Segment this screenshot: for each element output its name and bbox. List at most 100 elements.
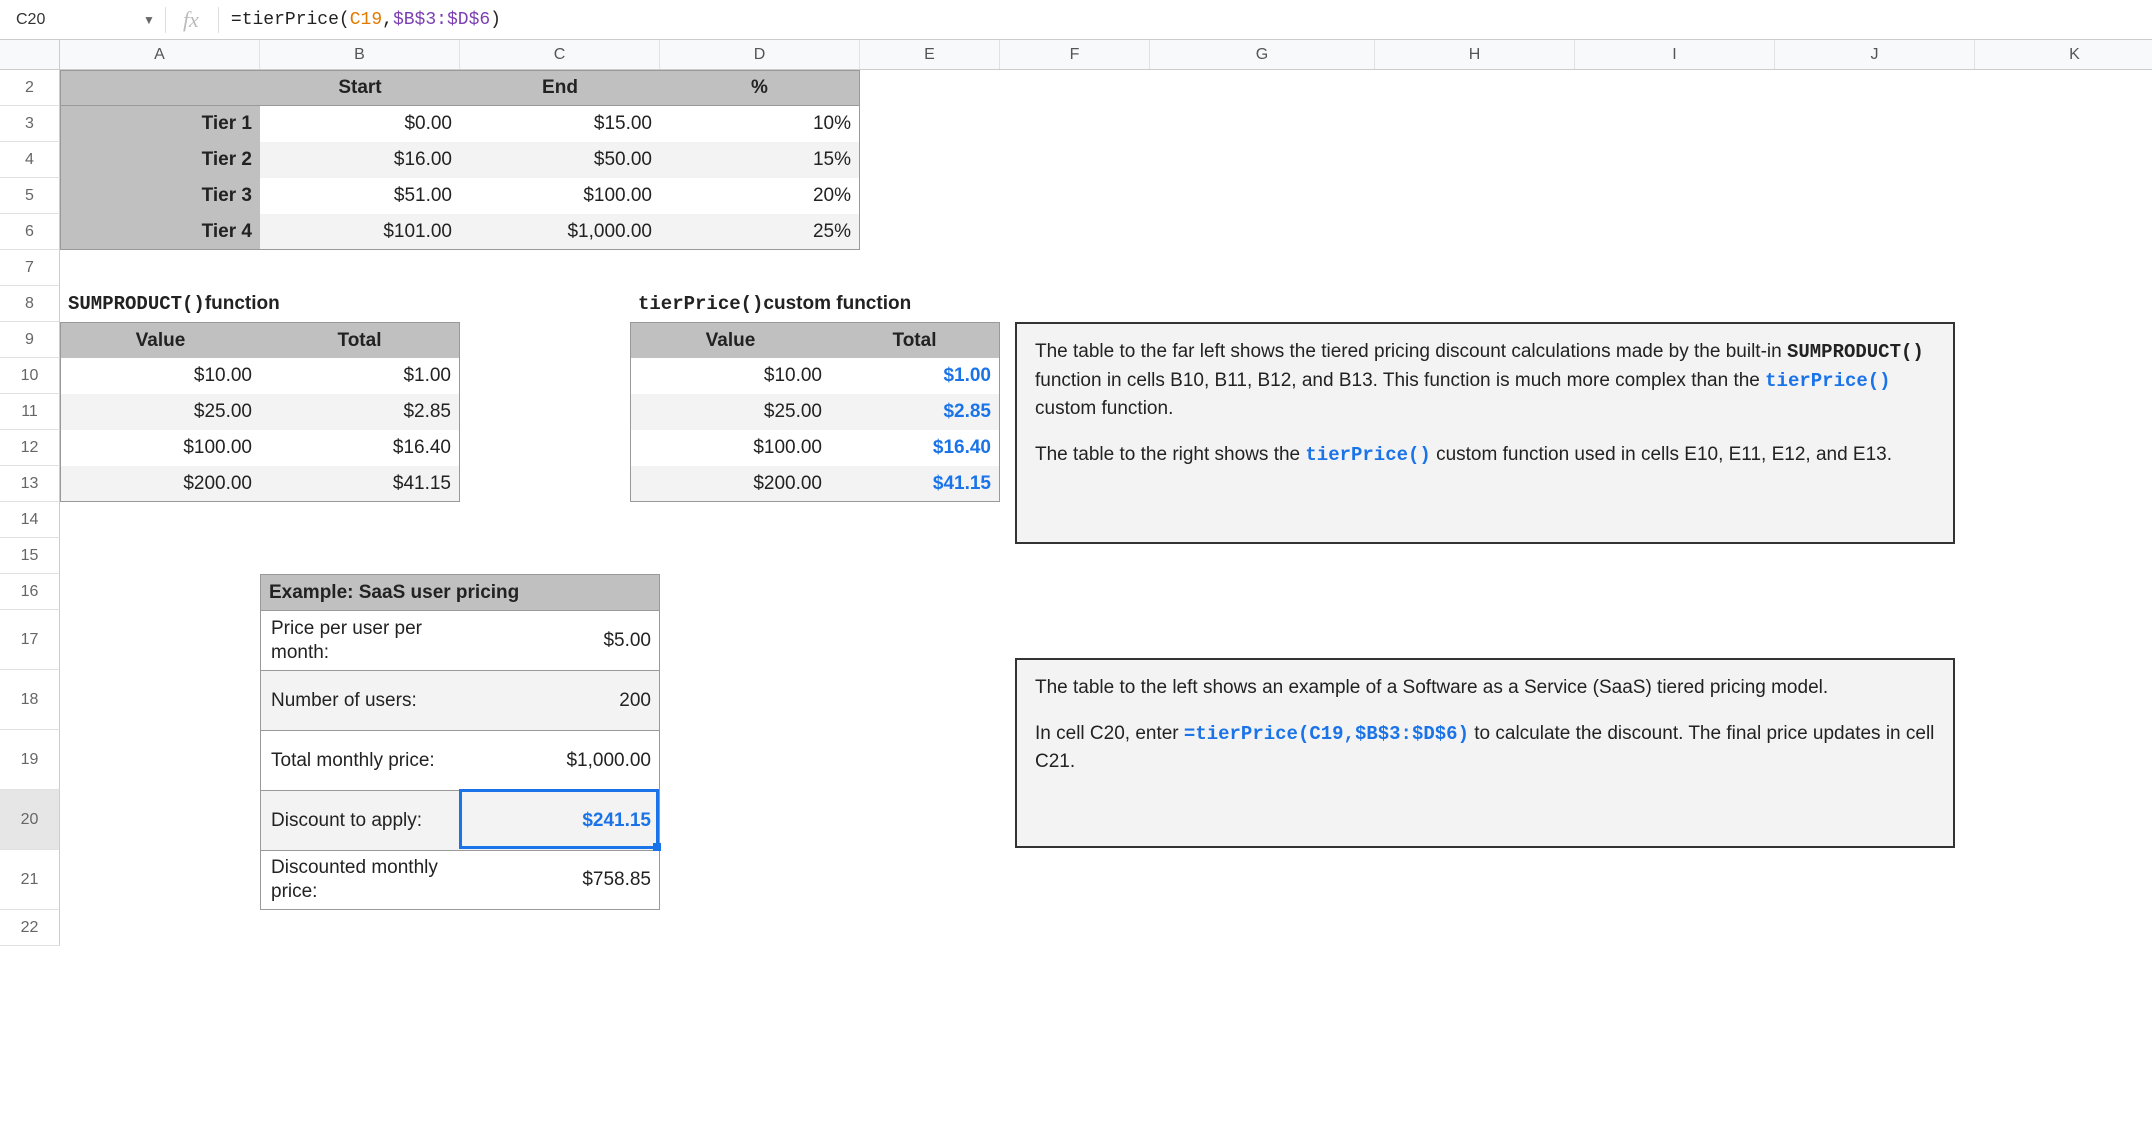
- sum-value[interactable]: $25.00: [60, 394, 260, 430]
- tp-total[interactable]: $1.00: [830, 358, 1000, 394]
- row-header[interactable]: 21: [0, 850, 60, 910]
- code: =tierPrice(C19,$B$3:$D$6): [1184, 723, 1469, 745]
- tier-name[interactable]: Tier 4: [60, 214, 260, 250]
- tier-end[interactable]: $1,000.00: [460, 214, 660, 250]
- tier-name[interactable]: Tier 2: [60, 142, 260, 178]
- tier-start[interactable]: $101.00: [260, 214, 460, 250]
- sumproduct-title[interactable]: SUMPRODUCT() function: [60, 286, 460, 322]
- tier-name[interactable]: Tier 1: [60, 106, 260, 142]
- tier-start[interactable]: $51.00: [260, 178, 460, 214]
- row-header[interactable]: 17: [0, 610, 60, 670]
- tier-pct[interactable]: 15%: [660, 142, 860, 178]
- sum-total[interactable]: $16.40: [260, 430, 460, 466]
- note-paragraph: The table to the far left shows the tier…: [1035, 338, 1935, 423]
- sum-value[interactable]: $100.00: [60, 430, 260, 466]
- chevron-down-icon[interactable]: ▼: [143, 13, 155, 27]
- sum-header-value[interactable]: Value: [60, 322, 260, 358]
- tp-header-value[interactable]: Value: [630, 322, 830, 358]
- label: custom function: [763, 293, 911, 315]
- saas-title[interactable]: Example: SaaS user pricing: [260, 574, 660, 610]
- saas-value-active[interactable]: $241.15: [460, 790, 660, 850]
- tier-pct[interactable]: 25%: [660, 214, 860, 250]
- tier-pct[interactable]: 20%: [660, 178, 860, 214]
- saas-label[interactable]: Discount to apply:: [260, 790, 460, 850]
- row-header[interactable]: 4: [0, 142, 60, 178]
- sum-header-total[interactable]: Total: [260, 322, 460, 358]
- row-header[interactable]: 7: [0, 250, 60, 286]
- column-header-K[interactable]: K: [1975, 40, 2152, 69]
- tier-start[interactable]: $0.00: [260, 106, 460, 142]
- tp-value[interactable]: $25.00: [630, 394, 830, 430]
- tier-header-start[interactable]: Start: [260, 70, 460, 106]
- tp-total[interactable]: $16.40: [830, 430, 1000, 466]
- saas-label[interactable]: Discounted monthly price:: [260, 850, 460, 910]
- row-header[interactable]: 14: [0, 502, 60, 538]
- row-header[interactable]: 15: [0, 538, 60, 574]
- tp-header-total[interactable]: Total: [830, 322, 1000, 358]
- fx-icon[interactable]: fx: [176, 7, 206, 33]
- column-header-D[interactable]: D: [660, 40, 860, 69]
- tp-total[interactable]: $2.85: [830, 394, 1000, 430]
- formula-bar: ▼ fx =tierPrice(C19,$B$3:$D$6): [0, 0, 2152, 40]
- row-header[interactable]: 2: [0, 70, 60, 106]
- tier-header-end[interactable]: End: [460, 70, 660, 106]
- sum-value[interactable]: $10.00: [60, 358, 260, 394]
- row-header[interactable]: 6: [0, 214, 60, 250]
- row-header[interactable]: 18: [0, 670, 60, 730]
- column-header-E[interactable]: E: [860, 40, 1000, 69]
- formula-token-ref: $B$3:$D$6: [393, 10, 490, 30]
- column-header-I[interactable]: I: [1575, 40, 1775, 69]
- row-header[interactable]: 22: [0, 910, 60, 946]
- sum-total[interactable]: $41.15: [260, 466, 460, 502]
- row-header[interactable]: 16: [0, 574, 60, 610]
- tierprice-title[interactable]: tierPrice() custom function: [630, 286, 1060, 322]
- row-header[interactable]: 3: [0, 106, 60, 142]
- row-header[interactable]: 8: [0, 286, 60, 322]
- tier-name[interactable]: Tier 3: [60, 178, 260, 214]
- row-header-active[interactable]: 20: [0, 790, 60, 850]
- label: SUMPRODUCT(): [68, 293, 205, 315]
- cell-grid[interactable]: Start End % Tier 1 $0.00 $15.00 10% Tier…: [60, 70, 2152, 946]
- row-header[interactable]: 9: [0, 322, 60, 358]
- row-header[interactable]: 10: [0, 358, 60, 394]
- note-box-1[interactable]: The table to the far left shows the tier…: [1015, 322, 1955, 544]
- tp-value[interactable]: $100.00: [630, 430, 830, 466]
- saas-label[interactable]: Number of users:: [260, 670, 460, 730]
- saas-value[interactable]: $5.00: [460, 610, 660, 670]
- name-box[interactable]: [8, 6, 143, 34]
- column-header-H[interactable]: H: [1375, 40, 1575, 69]
- tier-header-pct[interactable]: %: [660, 70, 860, 106]
- column-header-A[interactable]: A: [60, 40, 260, 69]
- column-header-C[interactable]: C: [460, 40, 660, 69]
- row-header[interactable]: 12: [0, 430, 60, 466]
- saas-value[interactable]: $758.85: [460, 850, 660, 910]
- row-header[interactable]: 11: [0, 394, 60, 430]
- column-header-B[interactable]: B: [260, 40, 460, 69]
- row-header[interactable]: 19: [0, 730, 60, 790]
- cell[interactable]: [60, 70, 260, 106]
- saas-value[interactable]: 200: [460, 670, 660, 730]
- code: tierPrice(): [1765, 370, 1890, 392]
- tp-value[interactable]: $200.00: [630, 466, 830, 502]
- row-header[interactable]: 5: [0, 178, 60, 214]
- tier-pct[interactable]: 10%: [660, 106, 860, 142]
- tp-value[interactable]: $10.00: [630, 358, 830, 394]
- note-box-2[interactable]: The table to the left shows an example o…: [1015, 658, 1955, 848]
- sum-value[interactable]: $200.00: [60, 466, 260, 502]
- select-all-corner[interactable]: [0, 40, 60, 69]
- saas-label[interactable]: Total monthly price:: [260, 730, 460, 790]
- tier-end[interactable]: $50.00: [460, 142, 660, 178]
- saas-value[interactable]: $1,000.00: [460, 730, 660, 790]
- column-header-J[interactable]: J: [1775, 40, 1975, 69]
- sum-total[interactable]: $1.00: [260, 358, 460, 394]
- sum-total[interactable]: $2.85: [260, 394, 460, 430]
- column-header-G[interactable]: G: [1150, 40, 1375, 69]
- column-header-F[interactable]: F: [1000, 40, 1150, 69]
- tier-start[interactable]: $16.00: [260, 142, 460, 178]
- row-header[interactable]: 13: [0, 466, 60, 502]
- tier-end[interactable]: $100.00: [460, 178, 660, 214]
- tp-total[interactable]: $41.15: [830, 466, 1000, 502]
- formula-input[interactable]: =tierPrice(C19,$B$3:$D$6): [231, 10, 2144, 30]
- tier-end[interactable]: $15.00: [460, 106, 660, 142]
- saas-label[interactable]: Price per user per month:: [260, 610, 460, 670]
